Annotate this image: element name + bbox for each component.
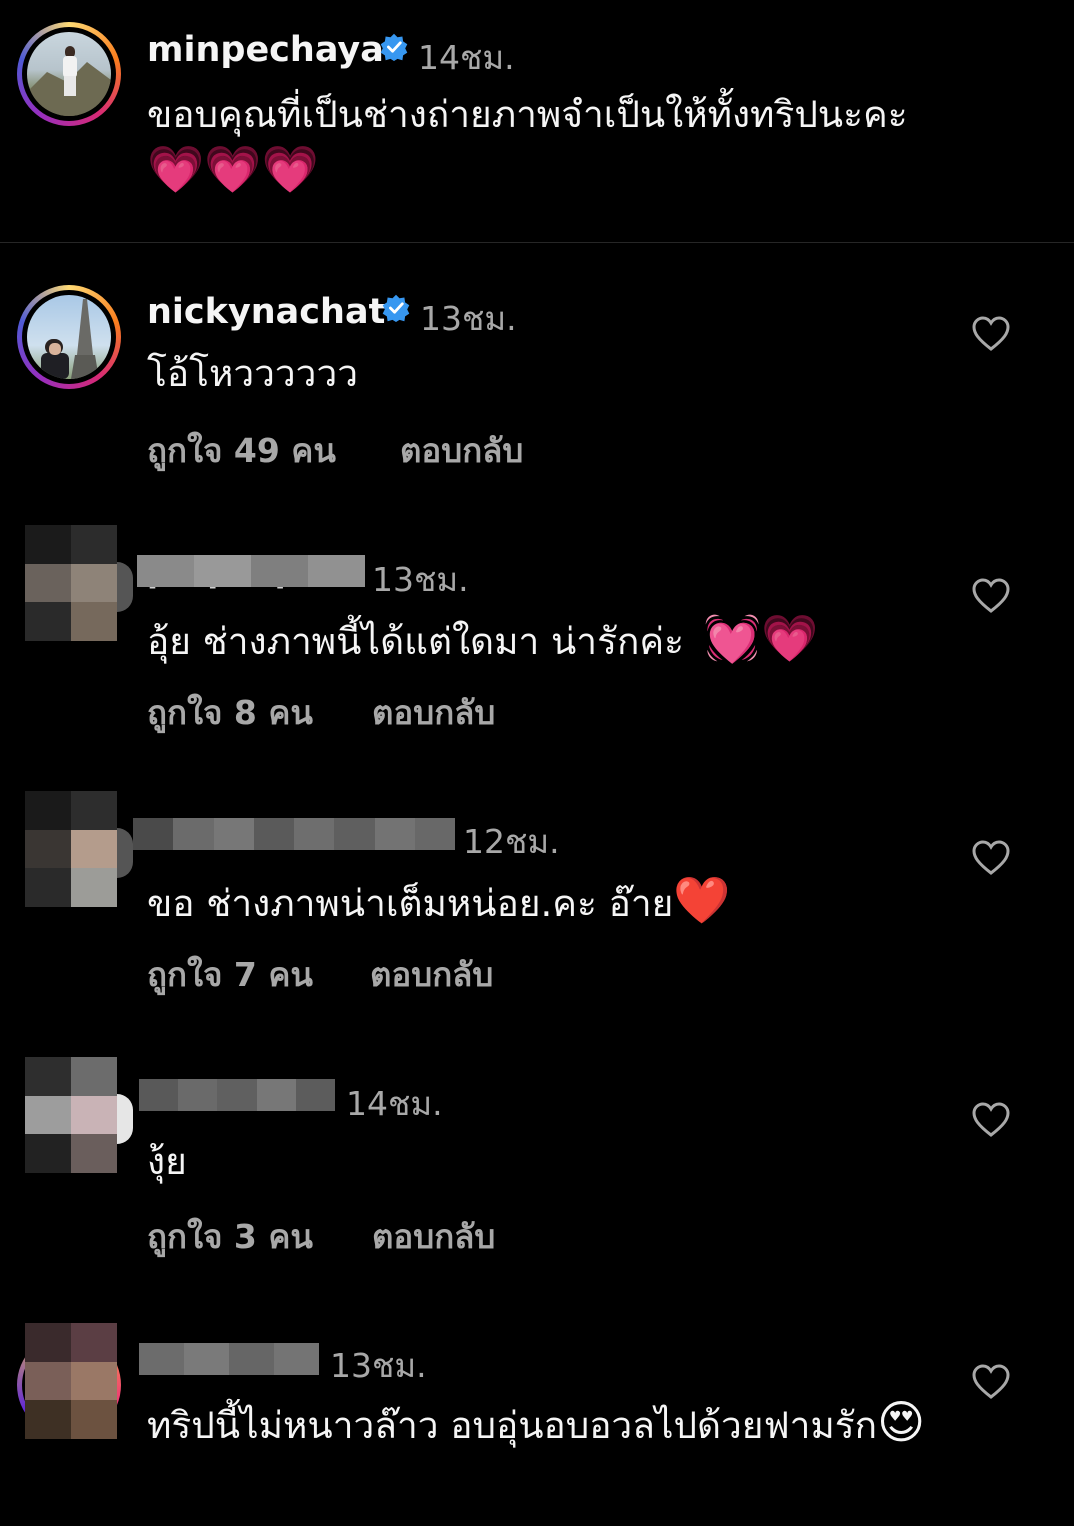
comment-likes[interactable]: ถูกใจ 7 คน [147, 948, 313, 1001]
verified-badge-icon [380, 33, 408, 61]
username-blur [139, 1079, 335, 1111]
comment-avatar[interactable] [25, 525, 117, 641]
username-blur [139, 1343, 319, 1375]
caption-time: 14ชม. [418, 38, 515, 77]
reply-button[interactable]: ตอบกลับ [372, 686, 495, 739]
story-ring [117, 562, 133, 612]
comment-username[interactable]: nickynachat [147, 292, 385, 332]
comment-text: งุ้ย [147, 1140, 187, 1183]
caption-username[interactable]: minpechaya [147, 30, 384, 70]
comment-text: โอ้โหวววววว [147, 352, 359, 395]
comment-emojis: 😍 [877, 1395, 926, 1449]
heart-outline-icon[interactable] [972, 578, 1010, 614]
comment-time: 13ชม. [420, 299, 517, 338]
reply-button[interactable]: ตอบกลับ [400, 424, 523, 477]
username-blur [133, 818, 455, 850]
heart-outline-icon[interactable] [972, 1364, 1010, 1400]
comment-time: 13ชม. [372, 560, 469, 599]
caption-emojis: 💗💗💗 [147, 142, 319, 196]
comment-time: 14ชม. [346, 1084, 443, 1123]
caption-avatar[interactable] [17, 22, 121, 126]
comment-avatar[interactable] [17, 285, 121, 389]
verified-badge-icon [382, 294, 410, 322]
comment-text: ขอ ช่างภาพน่าเต็มหน่อย.คะ อ๊าย❤️ [147, 873, 731, 927]
story-ring [117, 828, 133, 878]
heart-outline-icon[interactable] [972, 1102, 1010, 1138]
comment-emojis: ❤️ [673, 873, 731, 927]
comment-text: ทริปนี้ไม่หนาวล๊าว อบอุ่นอบอวลไปด้วยฟามร… [147, 1395, 926, 1449]
comment-likes[interactable]: ถูกใจ 3 คน [147, 1210, 313, 1263]
reply-button[interactable]: ตอบกลับ [372, 1210, 495, 1263]
comment-time: 12ชม. [463, 822, 560, 861]
caption-text: ขอบคุณที่เป็นช่างถ่ายภาพจำเป็นให้ทั้งทริ… [147, 93, 908, 136]
comment-likes[interactable]: ถูกใจ 49 คน [147, 424, 336, 477]
comment-avatar[interactable] [25, 791, 117, 907]
heart-outline-icon[interactable] [972, 316, 1010, 352]
comment-text: อุ้ย ช่างภาพนี้ได้แต่ใดมา น่ารักค่ะ 💓💗 [147, 611, 819, 665]
comment-likes[interactable]: ถูกใจ 8 คน [147, 686, 313, 739]
story-ring [117, 1094, 133, 1144]
comment-time: 13ชม. [330, 1346, 427, 1385]
username-blur [137, 555, 365, 587]
post-caption: minpechaya 14ชม. ขอบคุณที่เป็นช่างถ่ายภา… [0, 0, 1074, 243]
comment-emojis: 💓💗 [703, 611, 819, 665]
comment-avatar[interactable] [25, 1323, 117, 1439]
comment-avatar[interactable] [25, 1057, 117, 1173]
heart-outline-icon[interactable] [972, 840, 1010, 876]
reply-button[interactable]: ตอบกลับ [370, 948, 493, 1001]
